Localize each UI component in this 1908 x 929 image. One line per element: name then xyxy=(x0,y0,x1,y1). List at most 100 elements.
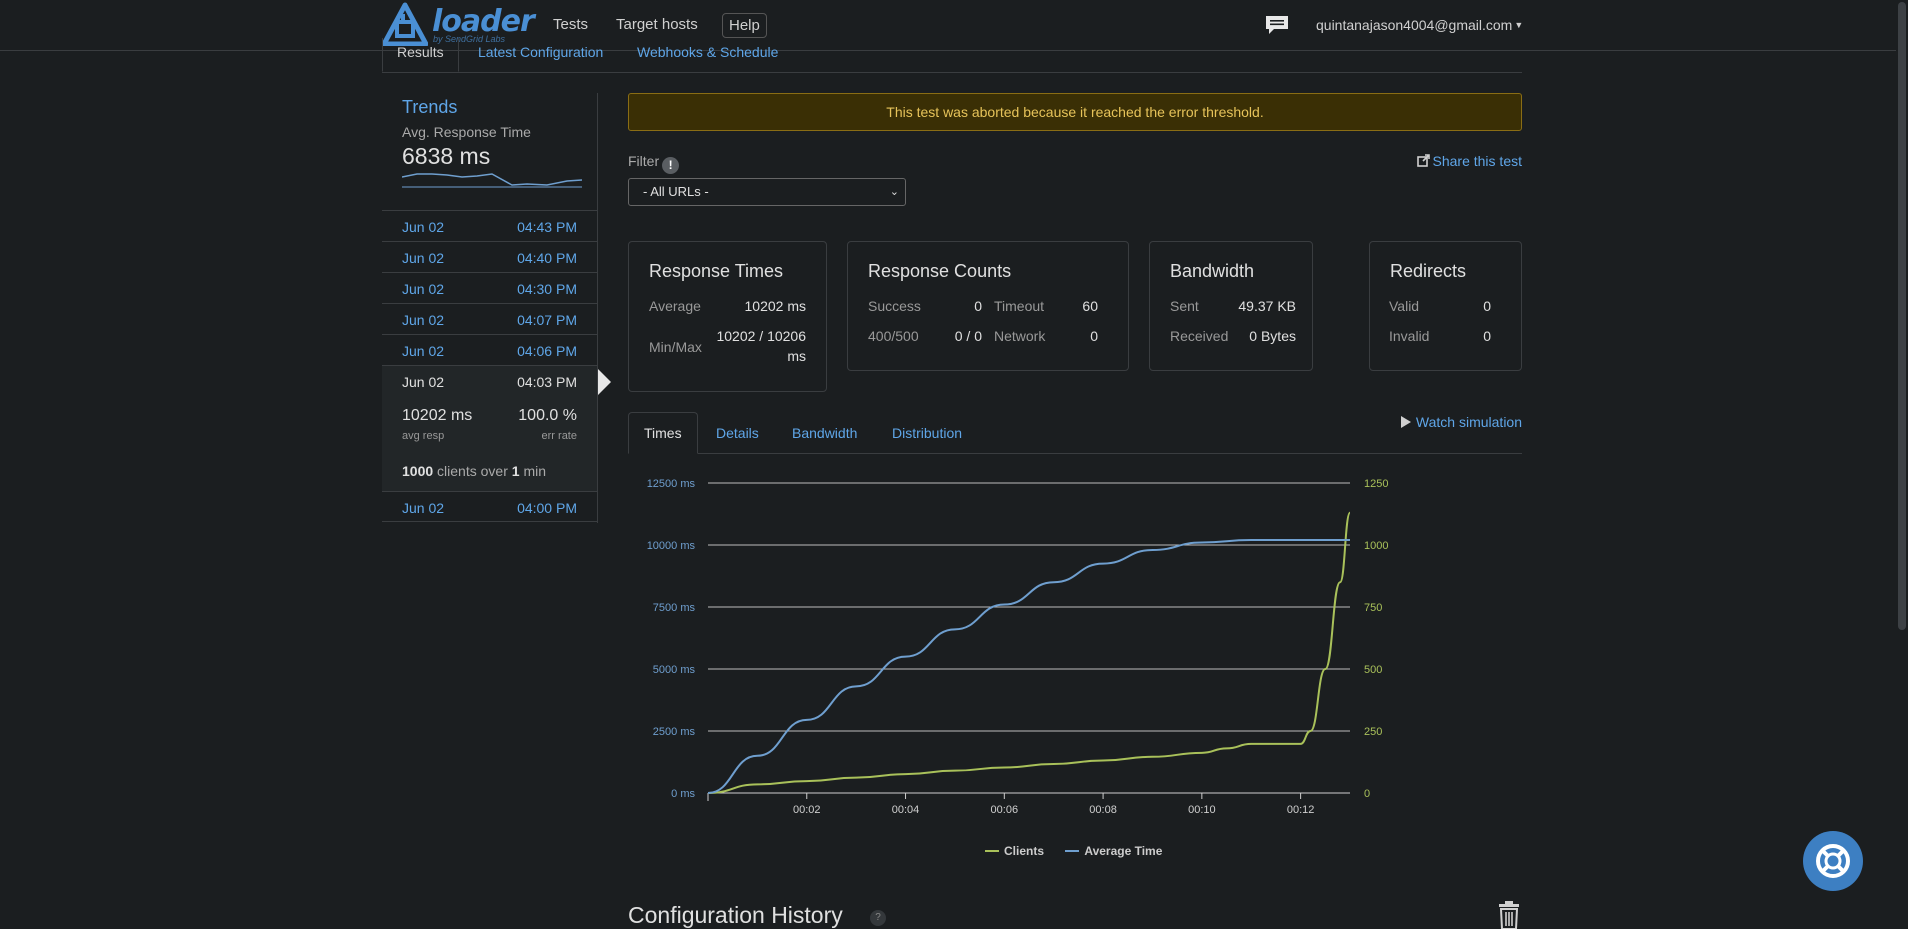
tab-distribution[interactable]: Distribution xyxy=(892,425,962,441)
x-tick-label: 00:04 xyxy=(892,804,920,816)
avg-resp-value: 10202 ms xyxy=(402,407,473,424)
trends-value: 6838 ms xyxy=(402,143,491,169)
err-rate-value: 100.0 % xyxy=(518,407,577,424)
y-right-tick-label: 500 xyxy=(1364,664,1382,676)
redirects-card: Redirects Valid 0 Invalid 0 xyxy=(1369,241,1522,371)
clients-swatch xyxy=(985,850,999,852)
watch-simulation-link[interactable]: Watch simulation xyxy=(1400,414,1522,430)
tab-latest-configuration[interactable]: Latest Configuration xyxy=(478,44,603,60)
support-lifebuoy-button[interactable] xyxy=(1803,831,1863,891)
external-link-icon xyxy=(1416,154,1430,167)
result-tabs: Results Latest Configuration Webhooks & … xyxy=(382,38,1522,73)
url-filter-select[interactable]: - All URLs - ⌄ xyxy=(628,178,906,206)
timeout-value: 60 xyxy=(1082,298,1098,314)
err-rate-label: err rate xyxy=(541,430,577,442)
legend-item-clients[interactable]: Clients xyxy=(985,844,1044,858)
filter-label: Filter! xyxy=(628,153,680,174)
scrollbar[interactable] xyxy=(1896,0,1908,929)
duration-value: 1 xyxy=(511,463,520,479)
trends-title: Trends xyxy=(402,97,458,117)
tab-bandwidth[interactable]: Bandwidth xyxy=(792,425,857,441)
user-menu[interactable]: quintanajason4004@gmail.com ▼ xyxy=(1316,17,1523,33)
response-times-card: Response Times Average 10202 ms Min/Max … xyxy=(628,241,827,392)
sent-value: 49.37 KB xyxy=(1238,298,1296,314)
run-time: 04:43 PM xyxy=(517,219,577,235)
minmax-label: Min/Max xyxy=(649,339,702,355)
trend-sparkline xyxy=(402,173,582,188)
run-date: Jun 02 xyxy=(402,250,445,266)
watch-simulation-label: Watch simulation xyxy=(1415,414,1522,430)
share-test-link[interactable]: Share this test xyxy=(1416,153,1523,169)
times-chart: 0 ms 02500 ms 2505000 ms 5007500 ms 75010000… xyxy=(647,478,1389,816)
lifebuoy-icon xyxy=(1816,844,1850,878)
nav-help-button[interactable]: Help xyxy=(722,13,767,38)
status-400-500-label: 400/500 xyxy=(868,328,919,344)
network-label: Network xyxy=(994,328,1046,344)
clients-text: clients over xyxy=(437,463,508,479)
average-label: Average xyxy=(649,298,701,314)
y-left-tick-label: 7500 ms xyxy=(653,602,696,614)
y-right-tick-label: 1250 xyxy=(1364,478,1388,490)
valid-value: 0 xyxy=(1483,298,1491,314)
nav-tests[interactable]: Tests xyxy=(553,16,588,33)
bandwidth-card: Bandwidth Sent 49.37 KB Received 0 Bytes xyxy=(1149,241,1313,371)
received-label: Received xyxy=(1170,328,1229,344)
x-tick-label: 00:02 xyxy=(793,804,821,816)
y-right-tick-label: 0 xyxy=(1364,788,1370,800)
tab-details[interactable]: Details xyxy=(716,425,759,441)
help-question-icon[interactable]: ? xyxy=(870,910,886,926)
network-value: 0 xyxy=(1090,328,1098,344)
avg-resp-label: avg resp xyxy=(402,430,445,442)
caret-down-icon: ▼ xyxy=(1514,20,1524,30)
configuration-history-title: Configuration History xyxy=(628,902,843,928)
info-icon[interactable]: ! xyxy=(662,157,680,174)
error-threshold-alert: This test was aborted because it reached… xyxy=(628,93,1522,131)
clients-summary: 1000 clients over 1 min xyxy=(402,463,546,479)
card-title: Response Times xyxy=(649,261,784,281)
run-time: 04:30 PM xyxy=(517,281,577,297)
url-filter-value: - All URLs - xyxy=(643,184,709,199)
run-item-selected[interactable]: Jun 02 04:03 PM 10202 ms avg resp 100.0 … xyxy=(382,365,597,491)
nav-target-hosts[interactable]: Target hosts xyxy=(616,16,698,33)
valid-label: Valid xyxy=(1389,298,1420,314)
tab-webhooks-schedule[interactable]: Webhooks & Schedule xyxy=(637,44,778,60)
x-tick-label: 00:08 xyxy=(1089,804,1117,816)
average-value: 10202 ms xyxy=(744,298,806,314)
legend-clients-label: Clients xyxy=(1004,844,1045,858)
run-time: 04:07 PM xyxy=(517,312,577,328)
scrollbar-thumb[interactable] xyxy=(1898,2,1906,630)
x-tick-label: 00:06 xyxy=(991,804,1019,816)
success-label: Success xyxy=(868,298,921,314)
run-item[interactable]: Jun 02 04:43 PM xyxy=(382,210,597,241)
duration-unit: min xyxy=(523,463,546,479)
run-date: Jun 02 xyxy=(402,312,445,328)
share-test-label: Share this test xyxy=(1432,153,1523,169)
tab-results[interactable]: Results xyxy=(382,38,459,72)
run-item[interactable]: Jun 02 04:06 PM xyxy=(382,334,597,365)
run-item[interactable]: Jun 02 04:40 PM xyxy=(382,241,597,272)
y-right-tick-label: 1000 xyxy=(1364,540,1388,552)
run-date: Jun 02 xyxy=(402,500,445,516)
card-title: Bandwidth xyxy=(1170,261,1255,281)
chat-icon[interactable] xyxy=(1264,14,1290,36)
run-time: 04:00 PM xyxy=(517,500,577,516)
run-time: 04:03 PM xyxy=(517,374,577,390)
run-item[interactable]: Jun 02 04:30 PM xyxy=(382,272,597,303)
card-title: Response Counts xyxy=(868,261,1012,281)
timeout-label: Timeout xyxy=(994,298,1045,314)
run-time: 04:40 PM xyxy=(517,250,577,266)
sidebar-divider xyxy=(597,93,598,523)
run-date: Jun 02 xyxy=(402,343,445,359)
y-right-tick-label: 750 xyxy=(1364,602,1382,614)
run-item[interactable]: Jun 02 04:07 PM xyxy=(382,303,597,334)
user-email: quintanajason4004@gmail.com xyxy=(1316,17,1513,33)
minmax-unit: ms xyxy=(787,348,806,364)
y-left-tick-label: 5000 ms xyxy=(653,664,696,676)
run-item[interactable]: Jun 02 04:00 PM xyxy=(382,491,597,522)
tab-times[interactable]: Times xyxy=(628,412,698,454)
sent-label: Sent xyxy=(1170,298,1199,314)
legend-item-average-time[interactable]: Average Time xyxy=(1065,844,1162,858)
y-left-tick-label: 2500 ms xyxy=(653,726,696,738)
trash-icon[interactable] xyxy=(1498,901,1520,929)
run-time: 04:06 PM xyxy=(517,343,577,359)
